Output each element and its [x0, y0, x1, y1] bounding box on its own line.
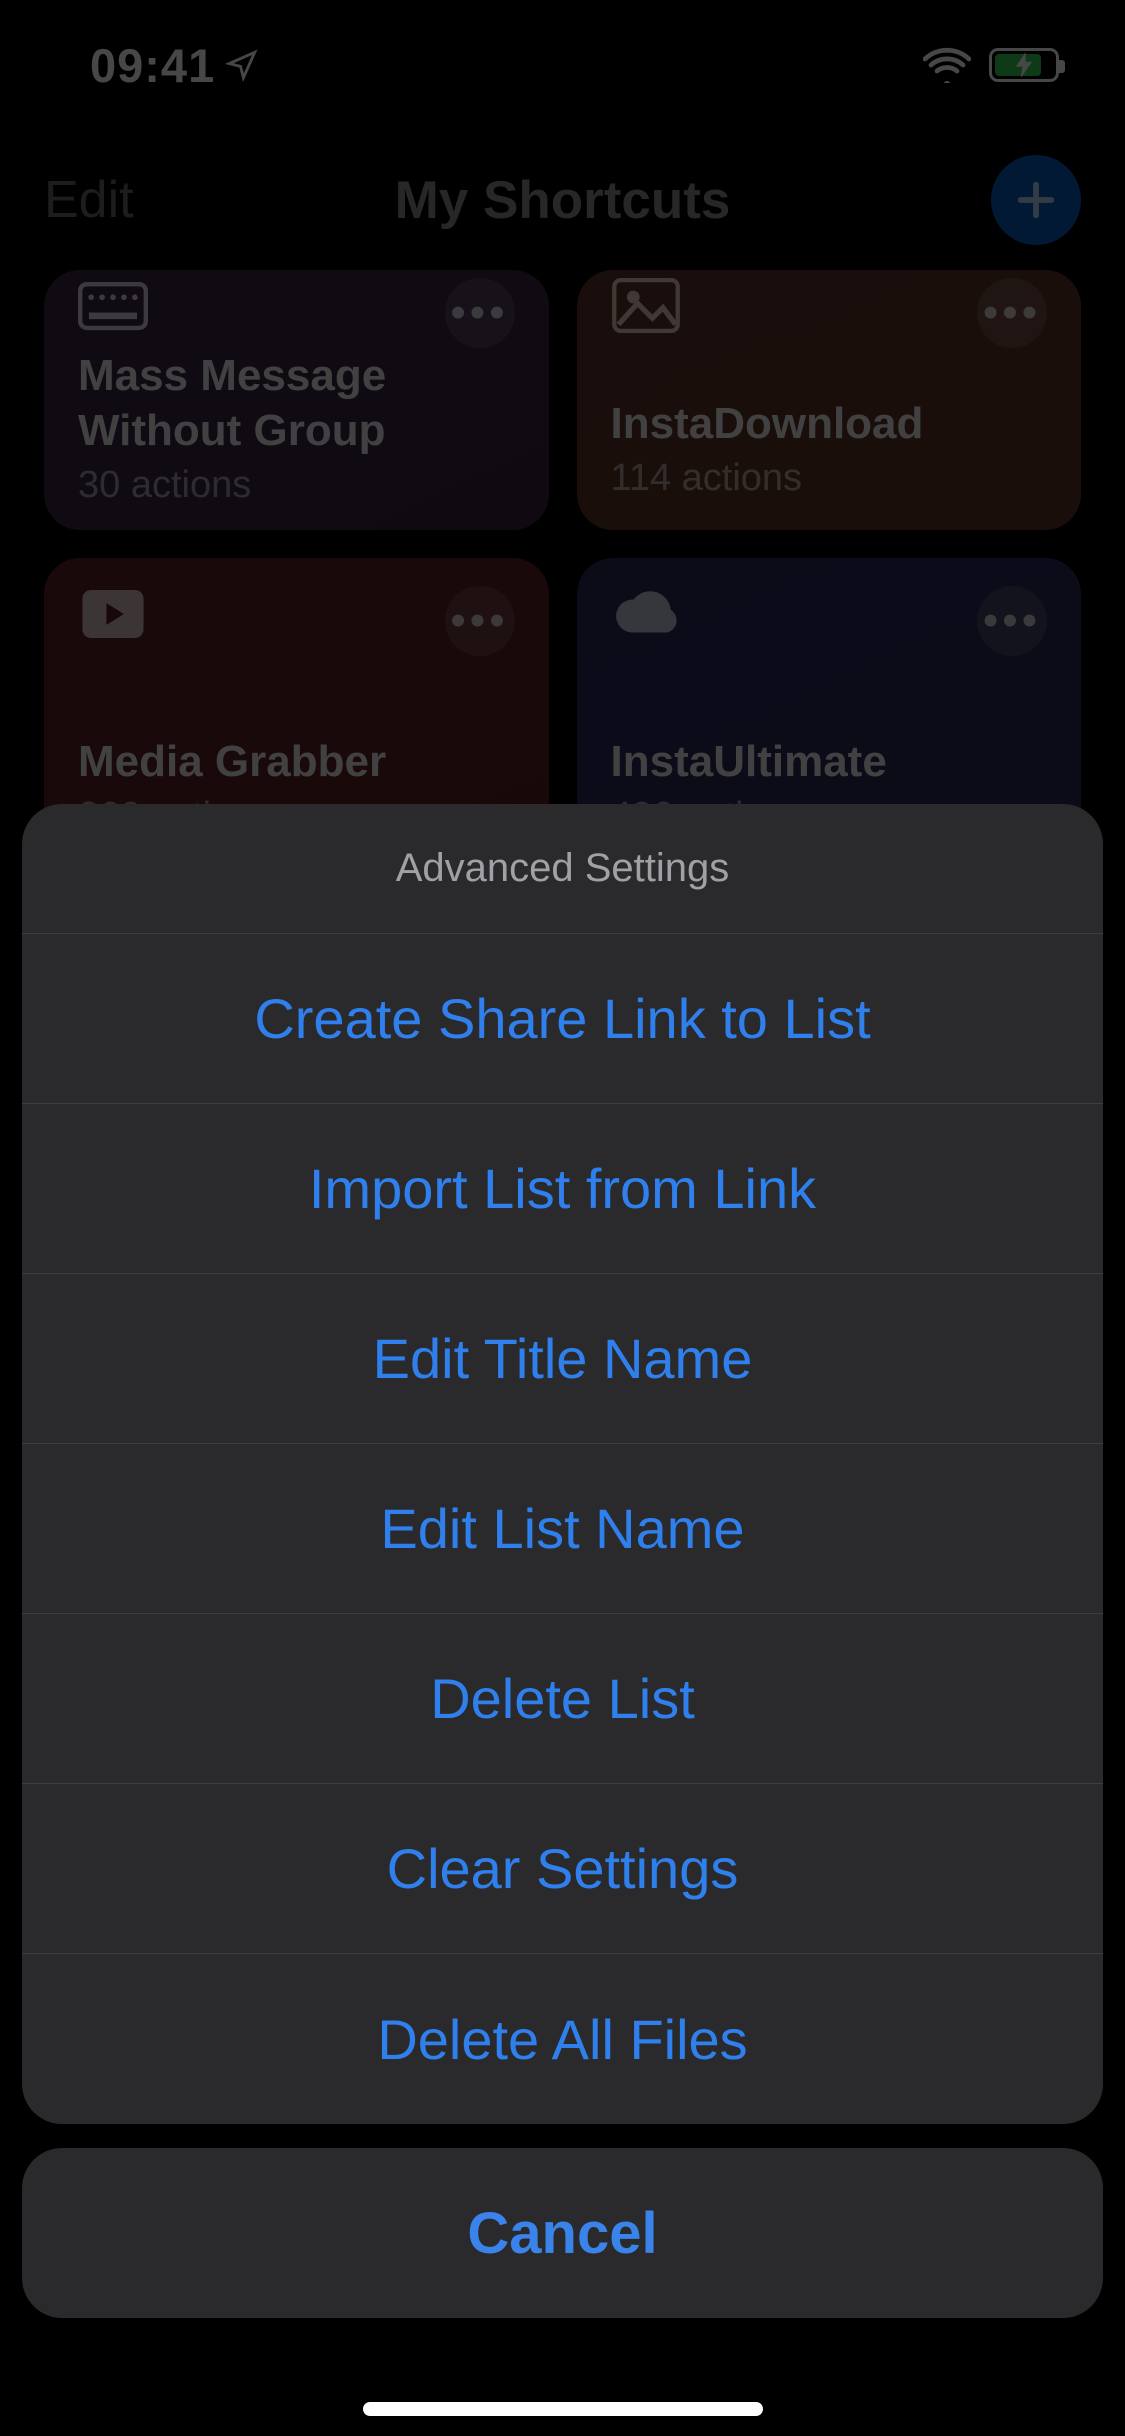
sheet-option-delete-list[interactable]: Delete List [22, 1614, 1103, 1784]
sheet-option-delete-all-files[interactable]: Delete All Files [22, 1954, 1103, 2124]
sheet-title: Advanced Settings [22, 804, 1103, 934]
sheet-option-clear-settings[interactable]: Clear Settings [22, 1784, 1103, 1954]
action-sheet: Advanced Settings Create Share Link to L… [22, 804, 1103, 2318]
sheet-option-edit-list-name[interactable]: Edit List Name [22, 1444, 1103, 1614]
sheet-option-import-list[interactable]: Import List from Link [22, 1104, 1103, 1274]
cancel-button[interactable]: Cancel [22, 2148, 1103, 2318]
home-indicator[interactable] [363, 2402, 763, 2416]
sheet-option-create-share-link[interactable]: Create Share Link to List [22, 934, 1103, 1104]
sheet-option-edit-title[interactable]: Edit Title Name [22, 1274, 1103, 1444]
